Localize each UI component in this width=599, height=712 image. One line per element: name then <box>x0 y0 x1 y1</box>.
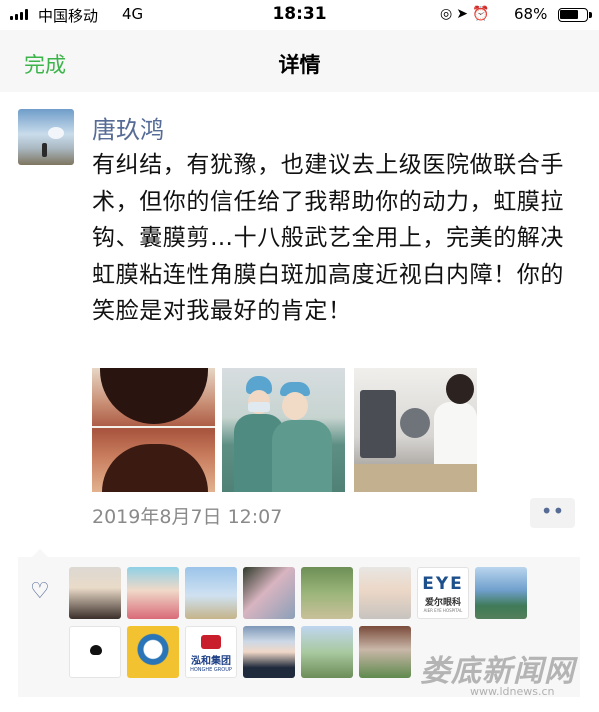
avatar-cloud <box>48 127 64 139</box>
alarm-clock-icon: ⏰ <box>471 6 494 22</box>
honghe-logo-icon <box>201 635 221 649</box>
like-avatar[interactable] <box>243 626 295 678</box>
battery-percent: 68% <box>514 5 548 23</box>
like-avatar[interactable] <box>69 626 121 678</box>
status-bar: 中国移动 4G 18:31 ◎➤⏰ 68% <box>0 0 599 30</box>
post-text: 有纠结，有犹豫，也建议去上级医院做联合手术，但你的信任给了我帮助你的动力，虹膜拉… <box>92 152 564 324</box>
page-title: 详情 <box>278 53 321 77</box>
like-avatar[interactable] <box>301 626 353 678</box>
location-arrow-icon: ➤ <box>456 6 472 22</box>
like-avatar-aier-eye[interactable]: EYE 爱尔眼科 AIER EYE HOSPITAL <box>417 567 469 619</box>
rotation-lock-icon: ◎ <box>440 6 457 22</box>
post-photo-slit-lamp[interactable] <box>354 368 477 492</box>
like-avatar[interactable] <box>301 567 353 619</box>
avatar-figure <box>42 143 47 157</box>
aier-logo-en: AIER EYE HOSPITAL <box>423 608 463 613</box>
status-time: 18:31 <box>272 4 327 24</box>
post-username[interactable]: 唐玖鸿 <box>92 110 164 145</box>
like-avatar-honghe[interactable]: 泓和集团 HONGHE GROUP <box>185 626 237 678</box>
like-avatar[interactable] <box>359 567 411 619</box>
honghe-logo-text: 泓和集团 <box>191 656 231 667</box>
post-photo-eye-exam[interactable] <box>92 368 215 492</box>
like-avatar[interactable] <box>185 567 237 619</box>
honghe-logo-en: HONGHE GROUP <box>190 667 232 673</box>
like-avatar-cartoon[interactable] <box>127 626 179 678</box>
like-avatar[interactable] <box>69 567 121 619</box>
aier-logo-cn: 爱尔眼科 <box>424 598 461 608</box>
like-avatar[interactable] <box>475 567 527 619</box>
battery-icon <box>558 8 588 22</box>
more-options-button[interactable]: •• <box>530 498 575 528</box>
watermark-url: www.ldnews.cn <box>470 685 555 698</box>
battery-nub <box>589 12 592 18</box>
status-icons: ◎➤⏰ <box>440 6 493 22</box>
post-photo-surgery-team[interactable] <box>222 368 345 492</box>
avatar[interactable] <box>18 109 74 165</box>
likes-panel-arrow <box>32 549 48 557</box>
like-avatar[interactable] <box>243 567 295 619</box>
heart-icon: ♡ <box>30 579 50 604</box>
watermark-logo: 娄底新闻网 <box>420 654 575 689</box>
like-avatar[interactable] <box>359 626 411 678</box>
aier-logo-text: EYE <box>422 574 464 594</box>
post-timestamp: 2019年8月7日 12:07 <box>92 506 283 528</box>
like-avatar[interactable] <box>127 567 179 619</box>
